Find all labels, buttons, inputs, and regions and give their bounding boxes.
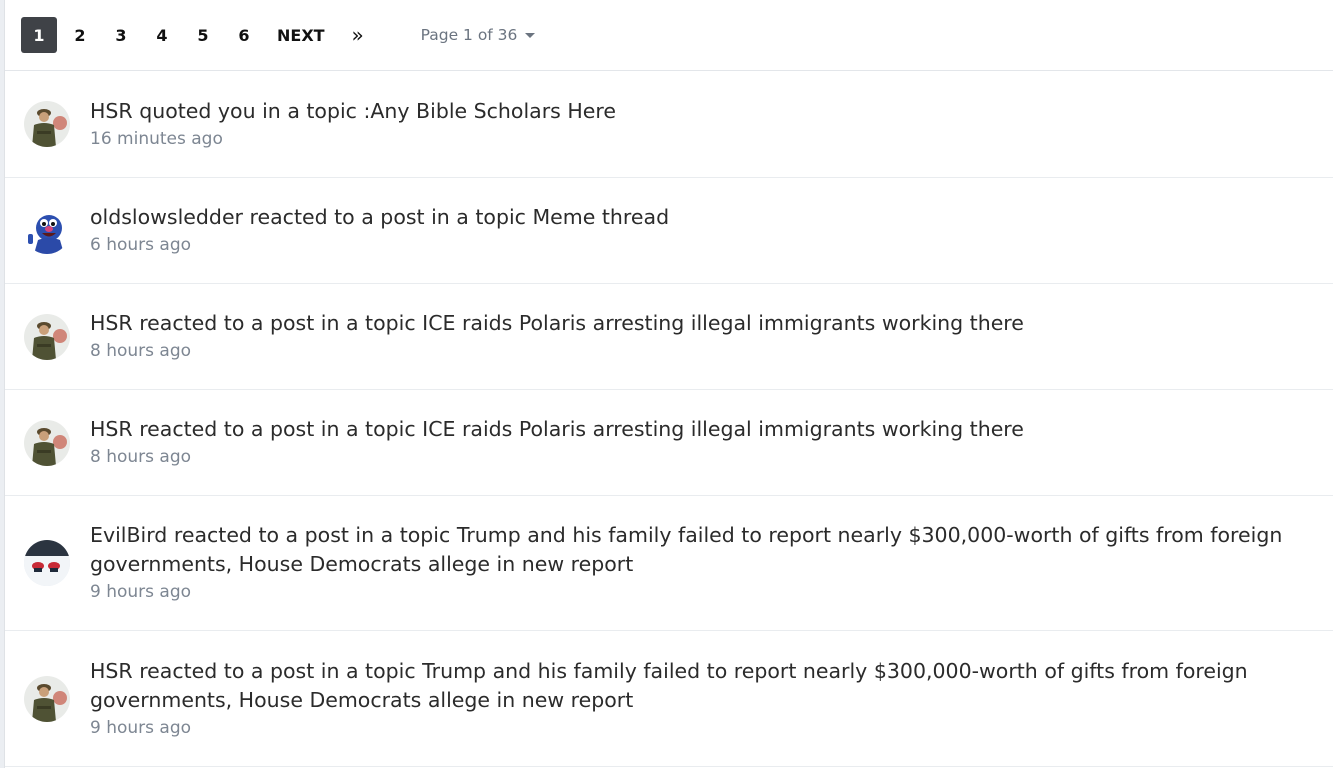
activity-text: oldslowsledder reacted to a post in a to… (90, 203, 669, 232)
activity-action: reacted to a post in a topic (249, 205, 526, 229)
activity-action: reacted to a post in a topic (139, 311, 416, 335)
pagination: 1 2 3 4 5 6 NEXT » Page 1 of 36 (5, 0, 1333, 71)
activity-item: oldslowsledder reacted to a post in a to… (5, 178, 1333, 284)
soldier-avatar-icon (24, 675, 70, 722)
last-page-button[interactable]: » (340, 17, 376, 53)
activity-item: HSR reacted to a post in a topic ICE rai… (5, 390, 1333, 496)
activity-body: HSR reacted to a post in a topic Trump a… (90, 657, 1333, 741)
activity-body: HSR quoted you in a topic :Any Bible Sch… (90, 97, 636, 152)
user-avatar[interactable] (24, 207, 70, 254)
user-avatar[interactable] (24, 675, 70, 722)
page-2-button[interactable]: 2 (62, 17, 98, 53)
activity-action: quoted you in a topic : (139, 98, 371, 123)
activity-user-link[interactable]: HSR (90, 99, 133, 123)
page-5-button[interactable]: 5 (185, 17, 221, 53)
page-3-button[interactable]: 3 (103, 17, 139, 53)
activity-topic-link[interactable]: ICE raids Polaris arresting illegal immi… (422, 311, 1024, 335)
activity-user-link[interactable]: HSR (90, 311, 133, 335)
activity-body: EvilBird reacted to a post in a topic Tr… (90, 521, 1333, 605)
snowmobiles-avatar-icon (24, 540, 70, 586)
soldier-avatar-icon (24, 419, 70, 466)
soldier-avatar-icon (24, 101, 70, 147)
activity-panel: 1 2 3 4 5 6 NEXT » Page 1 of 36 HSR quot… (4, 0, 1333, 768)
activity-user-link[interactable]: HSR (90, 417, 133, 441)
activity-item: HSR reacted to a post in a topic ICE rai… (5, 284, 1333, 390)
activity-action: reacted to a post in a topic (173, 523, 451, 547)
activity-text: HSR reacted to a post in a topic ICE rai… (90, 309, 1024, 338)
soldier-avatar-icon (24, 313, 70, 360)
activity-time: 8 hours ago (90, 447, 192, 467)
activity-user-link[interactable]: EvilBird (90, 523, 167, 547)
user-avatar[interactable] (24, 419, 70, 466)
activity-text: HSR reacted to a post in a topic ICE rai… (90, 415, 1024, 444)
activity-body: HSR reacted to a post in a topic ICE rai… (90, 309, 1044, 364)
next-page-button[interactable]: NEXT (267, 17, 335, 53)
activity-topic-link[interactable]: Meme thread (532, 205, 669, 229)
activity-time: 6 hours ago (90, 235, 192, 255)
page-1-button[interactable]: 1 (21, 17, 57, 53)
activity-text: HSR quoted you in a topic :Any Bible Sch… (90, 97, 616, 126)
activity-action: reacted to a post in a topic (139, 658, 416, 683)
caret-down-icon (525, 32, 536, 38)
activity-action: reacted to a post in a topic (139, 417, 416, 441)
activity-user-link[interactable]: HSR (90, 659, 133, 683)
activity-item: HSR quoted you in a topic :Any Bible Sch… (5, 71, 1333, 178)
activity-text: HSR reacted to a post in a topic Trump a… (90, 657, 1314, 715)
activity-text: EvilBird reacted to a post in a topic Tr… (90, 521, 1314, 579)
grover-avatar-icon (24, 207, 70, 254)
activity-time: 16 minutes ago (90, 128, 223, 149)
user-avatar[interactable] (24, 313, 70, 360)
activity-item: EvilBird reacted to a post in a topic Tr… (5, 496, 1333, 631)
activity-time: 9 hours ago (90, 717, 192, 738)
page-jump-label: Page 1 of 36 (420, 26, 518, 44)
activity-time: 9 hours ago (90, 582, 192, 602)
activity-time: 8 hours ago (90, 341, 192, 361)
activity-topic-link[interactable]: Any Bible Scholars Here (370, 99, 616, 123)
activity-body: oldslowsledder reacted to a post in a to… (90, 203, 689, 258)
activity-topic-link[interactable]: ICE raids Polaris arresting illegal immi… (422, 417, 1024, 441)
page-6-button[interactable]: 6 (226, 17, 262, 53)
activity-item: HSR reacted to a post in a topic Trump a… (5, 631, 1333, 767)
user-avatar[interactable] (24, 540, 70, 586)
activity-body: HSR reacted to a post in a topic ICE rai… (90, 415, 1044, 470)
activity-user-link[interactable]: oldslowsledder (90, 205, 243, 229)
activity-list: HSR quoted you in a topic :Any Bible Sch… (5, 71, 1333, 767)
page-4-button[interactable]: 4 (144, 17, 180, 53)
page-jump-dropdown[interactable]: Page 1 of 36 (421, 26, 536, 44)
user-avatar[interactable] (24, 101, 70, 147)
